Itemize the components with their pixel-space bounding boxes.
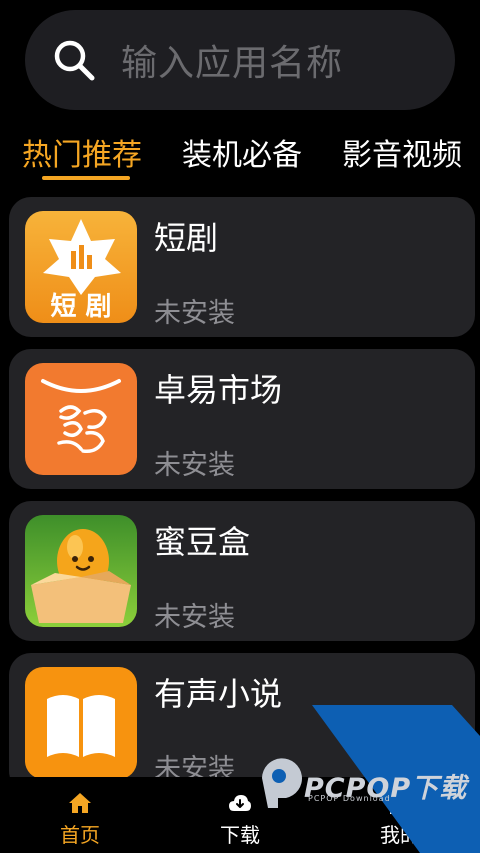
audiobook-app-icon [25, 667, 137, 777]
search-placeholder: 输入应用名称 [121, 43, 344, 84]
midouhe-app-icon [25, 515, 137, 627]
download-cloud-icon [229, 795, 251, 811]
install-status: 未安装 [154, 754, 235, 777]
tab-hot-recommend[interactable]: 热门推荐 [22, 130, 142, 174]
install-status: 未安装 [154, 450, 235, 481]
nav-home[interactable]: 首页 [20, 777, 140, 853]
list-item[interactable]: 短 剧 短剧 未安装 [9, 197, 475, 337]
list-item[interactable]: 卓易市场 未安装 [9, 349, 475, 489]
tab-audio-video[interactable]: 影音视频 [342, 130, 462, 174]
nav-profile[interactable]: 我的 [340, 777, 460, 853]
short-drama-icon-text: 短 剧 [50, 292, 111, 322]
active-tab-indicator [42, 176, 130, 180]
app-name: 短剧 [154, 219, 219, 257]
search-icon [54, 40, 95, 81]
app-name: 蜜豆盒 [154, 523, 251, 561]
bottom-navigation: 首页 下载 我的 [0, 777, 480, 853]
search-bar[interactable]: 输入应用名称 [25, 10, 455, 110]
profile-icon [390, 794, 410, 814]
short-drama-app-icon: 短 剧 [25, 211, 137, 323]
nav-download[interactable]: 下载 [180, 777, 300, 853]
install-status: 未安装 [154, 298, 235, 329]
home-icon [69, 793, 91, 813]
nav-home-label: 首页 [60, 823, 100, 847]
tab-essential-apps[interactable]: 装机必备 [182, 130, 302, 174]
app-list: 短 剧 短剧 未安装 卓易市场 未安装 蜜豆盒 未安装 有声小说 未安装 [0, 197, 480, 777]
nav-download-label: 下载 [220, 823, 260, 847]
list-item[interactable]: 有声小说 未安装 [9, 653, 475, 777]
list-item[interactable]: 蜜豆盒 未安装 [9, 501, 475, 641]
zhuoyi-market-app-icon [25, 363, 137, 475]
category-tabs: 热门推荐 装机必备 影音视频 [0, 122, 480, 184]
install-status: 未安装 [154, 602, 235, 633]
nav-profile-label: 我的 [380, 823, 420, 847]
app-name: 卓易市场 [154, 371, 283, 409]
app-name: 有声小说 [154, 675, 283, 713]
